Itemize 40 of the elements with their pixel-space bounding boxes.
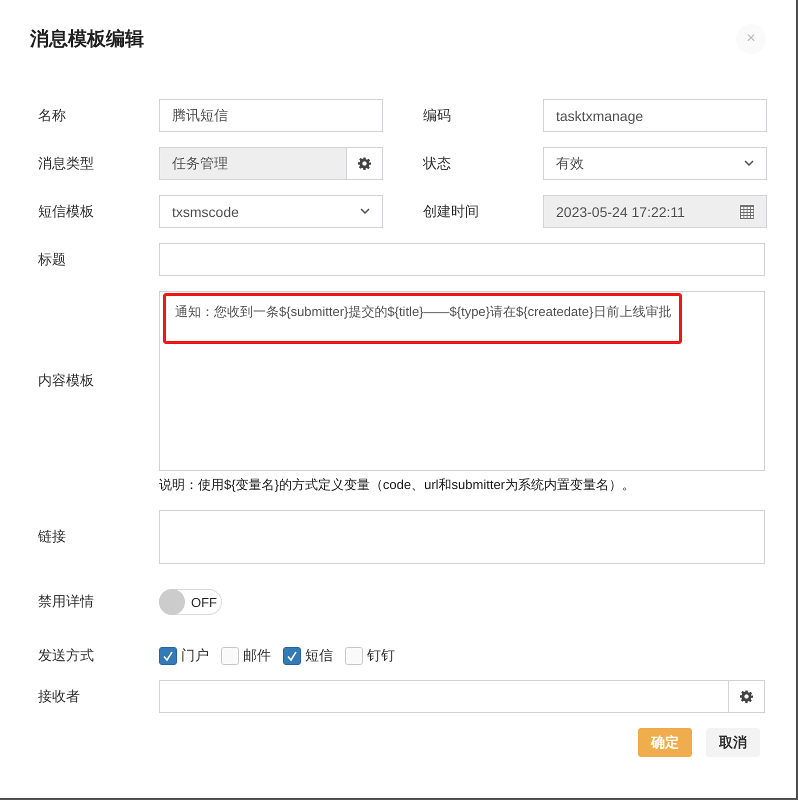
text-area[interactable]: 通知：您收到一条${submitter}提交的${title}——${type}请在${createdate}日前上线审批 [159, 291, 765, 471]
field-label: 名称 [38, 106, 67, 124]
cancel-button[interactable]: 取消 [706, 728, 760, 757]
field-label: 链接 [38, 528, 67, 546]
template-text: 通知：您收到一条${submitter}提交的${title}——${type}请在${createdate}日前上线审批 [175, 304, 672, 319]
dialog-title: 消息模板编辑 [30, 28, 144, 52]
chevron-down-icon [744, 160, 754, 167]
checkbox-label: 钉钉 [367, 647, 395, 665]
checkbox-label: 门户 [181, 647, 209, 665]
chevron-down-icon [360, 208, 370, 215]
settings-button[interactable] [729, 680, 765, 713]
checkbox-label: 短信 [305, 647, 333, 665]
toggle-switch[interactable]: OFF [159, 589, 222, 615]
select-field[interactable]: txsmscode [159, 195, 383, 228]
field-label: 消息类型 [38, 154, 95, 172]
settings-button[interactable] [347, 147, 383, 180]
gear-icon [740, 690, 753, 703]
check-icon [162, 650, 174, 662]
select-field[interactable]: 有效 [543, 147, 767, 180]
field-label: 标题 [38, 250, 67, 268]
calendar-icon [740, 204, 754, 218]
check-icon [286, 650, 298, 662]
text-area[interactable] [159, 510, 765, 564]
field-label: 内容模板 [38, 372, 95, 390]
field-label: 短信模板 [38, 202, 95, 220]
field-label: 创建时间 [423, 202, 480, 220]
text-field[interactable]: tasktxmanage [543, 99, 767, 132]
checkbox-label: 邮件 [243, 647, 271, 665]
help-text: 说明：使用${变量名}的方式定义变量（code、url和submitter为系统内置变量名）。 [159, 476, 636, 494]
text-field[interactable]: 腾讯短信 [159, 99, 383, 132]
input-field[interactable] [159, 243, 765, 276]
checkbox[interactable] [283, 647, 301, 665]
field-label: 接收者 [38, 688, 81, 706]
gear-icon [358, 157, 371, 170]
input-field[interactable] [159, 680, 729, 713]
field-label: 发送方式 [38, 647, 95, 665]
field-label: 状态 [423, 154, 452, 172]
field-label: 禁用详情 [38, 593, 95, 611]
checkbox[interactable] [159, 647, 177, 665]
field-label: 编码 [423, 106, 452, 124]
